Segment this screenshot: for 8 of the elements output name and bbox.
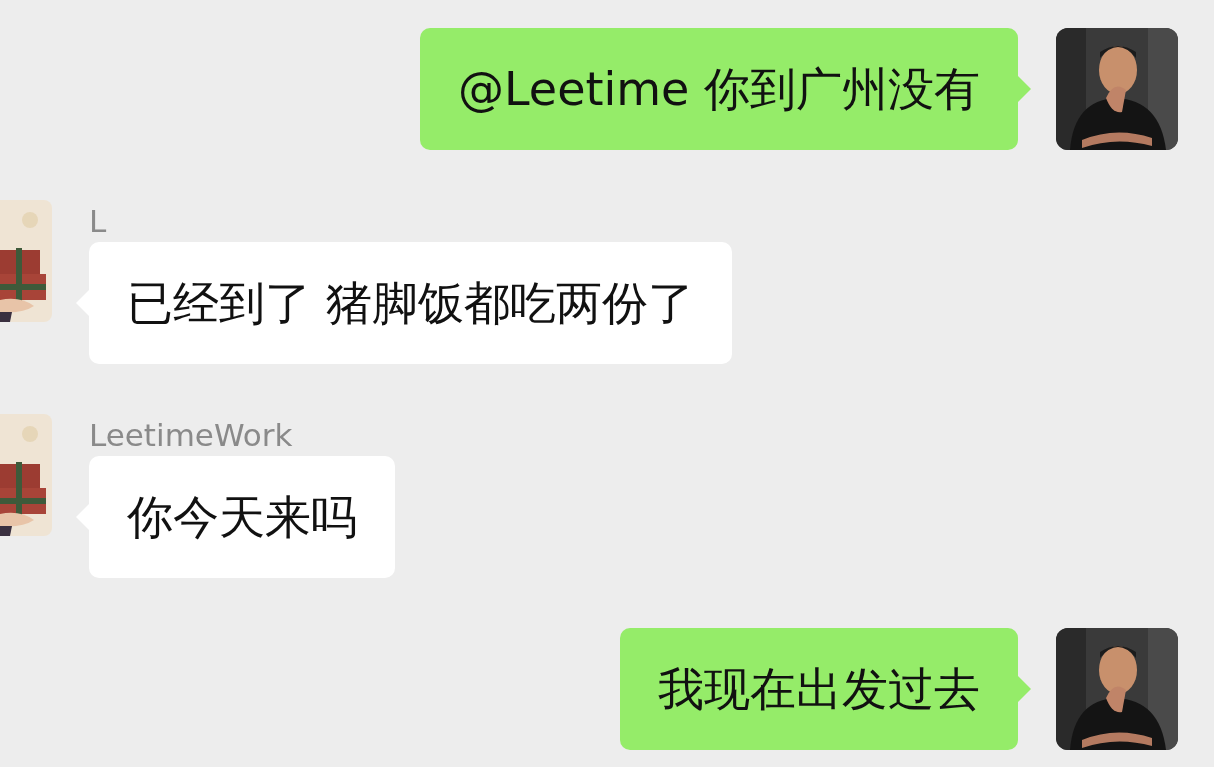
message-bubble: 你今天来吗 xyxy=(89,456,395,578)
bubble-tail xyxy=(1018,76,1031,102)
message-bubble: 我现在出发过去 xyxy=(620,628,1018,750)
sender-name: LeetimeWork xyxy=(89,416,293,455)
bubble-tail xyxy=(1018,676,1031,702)
sender-name: L xyxy=(89,202,107,241)
message-bubble: 已经到了 猪脚饭都吃两份了 xyxy=(89,242,732,364)
message-bubble: @Leetime 你到广州没有 xyxy=(420,28,1018,150)
